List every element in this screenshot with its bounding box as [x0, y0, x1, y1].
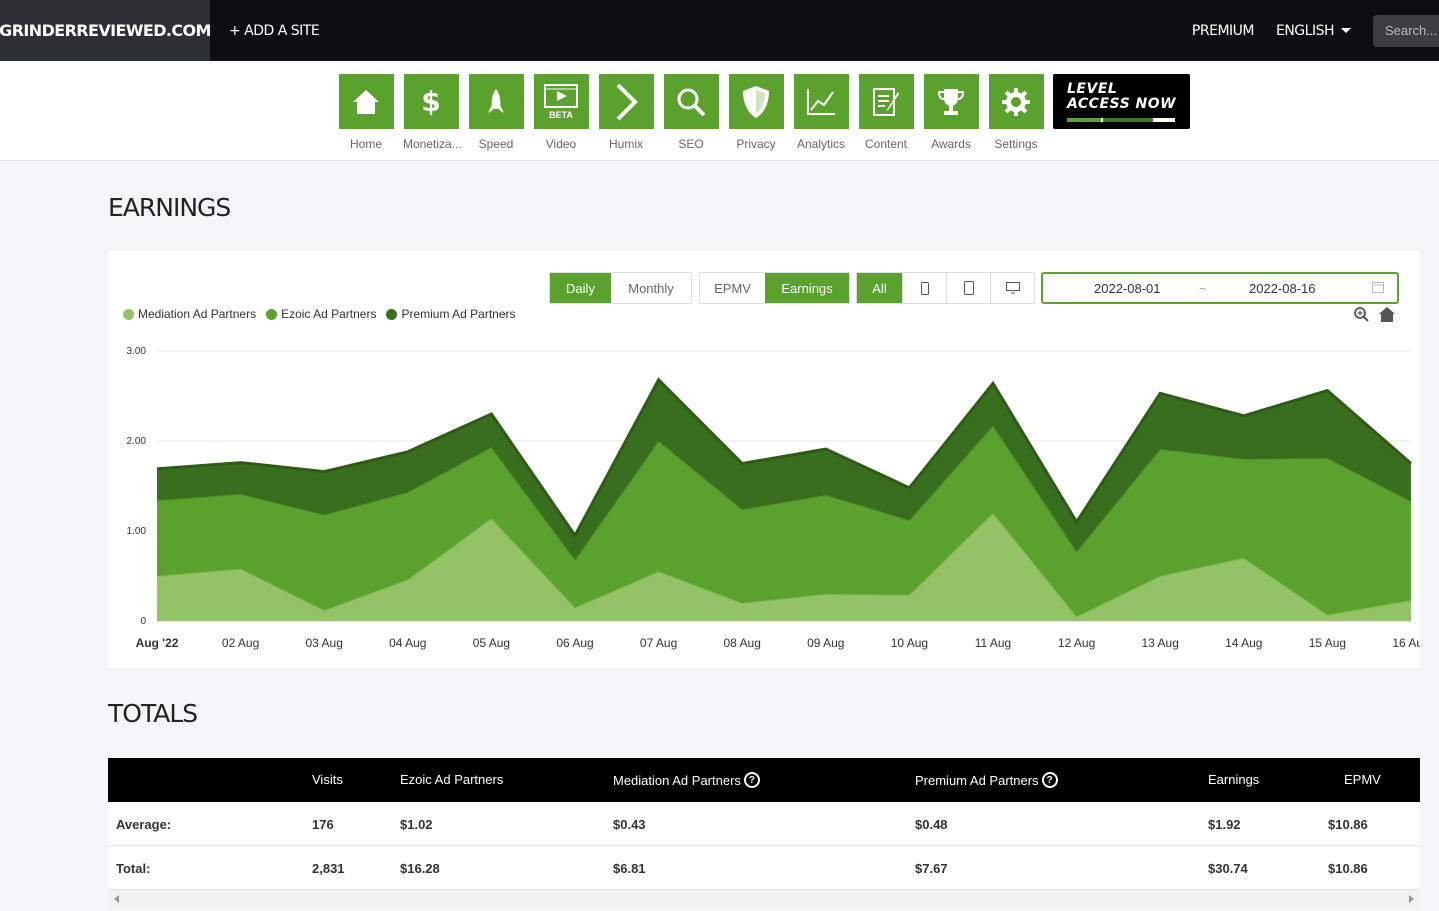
- col-premium: Premium Ad Partners?: [915, 772, 1058, 788]
- nav-item-humix[interactable]: Humix: [598, 74, 654, 151]
- help-icon[interactable]: ?: [1041, 772, 1058, 788]
- rocket-icon: [468, 74, 524, 129]
- totals-title: TOTALS: [108, 699, 198, 728]
- top-right-menu: PREMIUM ENGLISH Search...: [1192, 0, 1439, 61]
- x-tick-label: 05 Aug: [473, 636, 510, 650]
- col-epmv: EPMV: [1344, 772, 1381, 787]
- nav-item-seo[interactable]: SEO: [663, 74, 719, 151]
- nav-label: Speed: [478, 137, 514, 151]
- x-tick-label: 14 Aug: [1225, 636, 1262, 650]
- nav-item-content[interactable]: Content: [858, 74, 914, 151]
- nav-item-monetization[interactable]: $ Monetiza...: [403, 74, 462, 151]
- y-tick-label: 3.00: [127, 346, 147, 357]
- zoom-icon[interactable]: [1354, 307, 1369, 322]
- magnifier-icon: [663, 74, 719, 129]
- table-horizontal-scrollbar[interactable]: [108, 890, 1420, 908]
- top-bar: GRINDERREVIEWED.COM + ADD A SITE PREMIUM…: [0, 0, 1439, 61]
- x-tick-label: 09 Aug: [807, 636, 844, 650]
- level-banner-text: LEVEL ACCESS NOW: [1067, 81, 1177, 112]
- nav-label: SEO: [678, 137, 704, 151]
- nav-item-video[interactable]: BETA Video: [533, 74, 589, 151]
- col-ezoic: Ezoic Ad Partners: [400, 772, 504, 787]
- add-site-link[interactable]: + ADD A SITE: [229, 0, 320, 61]
- nav-item-privacy[interactable]: Privacy: [728, 74, 784, 151]
- language-dropdown[interactable]: ENGLISH: [1276, 23, 1351, 39]
- y-tick-label: 1.00: [127, 526, 147, 537]
- x-tick-label: 08 Aug: [724, 636, 761, 650]
- x-tick-label: 13 Aug: [1142, 636, 1179, 650]
- x-tick-label: 04 Aug: [389, 636, 426, 650]
- tool-navbar: Home $ Monetiza... Speed BETA Video Humi…: [0, 61, 1439, 161]
- chevron-right-icon: [598, 74, 654, 129]
- beta-badge: BETA: [549, 110, 573, 120]
- shield-icon: [728, 74, 784, 129]
- gear-icon: [988, 74, 1044, 129]
- table-row-total: Total: 2,831 $16.28 $6.81 $7.67 $30.74 $…: [108, 846, 1420, 890]
- dollar-icon: $: [403, 74, 459, 129]
- x-tick-label: 06 Aug: [556, 636, 593, 650]
- scroll-right-arrow-icon[interactable]: [1409, 895, 1414, 903]
- nav-label: Home: [349, 137, 382, 151]
- site-brand[interactable]: GRINDERREVIEWED.COM: [0, 0, 211, 61]
- nav-label: Awards: [931, 137, 971, 151]
- x-tick-label: 07 Aug: [640, 636, 677, 650]
- earnings-area-chart: 0 1.00 2.00 3.00 Aug '22 02 Aug 03 Aug 04 Aug 05…: [127, 307, 1420, 650]
- nav-item-home[interactable]: Home: [338, 74, 394, 151]
- nav-label: Humix: [608, 137, 643, 151]
- nav-item-settings[interactable]: Settings: [988, 74, 1044, 151]
- earnings-title: EARNINGS: [108, 193, 231, 222]
- nav-item-analytics[interactable]: Analytics: [793, 74, 849, 151]
- caret-down-icon: [1341, 28, 1351, 33]
- nav-label: Content: [864, 137, 908, 151]
- x-tick-label: 10 Aug: [891, 636, 928, 650]
- language-label: ENGLISH: [1275, 22, 1335, 39]
- table-header: Visits Ezoic Ad Partners Mediation Ad Pa…: [108, 758, 1420, 802]
- x-tick-label: 12 Aug: [1058, 636, 1095, 650]
- nav-label: Video: [545, 137, 577, 151]
- level-access-banner[interactable]: LEVEL ACCESS NOW: [1053, 74, 1190, 129]
- premium-link[interactable]: PREMIUM: [1192, 23, 1255, 39]
- y-tick-label: 0: [140, 616, 146, 627]
- reset-zoom-home-icon[interactable]: [1379, 307, 1395, 322]
- line-chart-icon: [793, 74, 849, 129]
- table-row-average: Average: 176 $1.02 $0.43 $0.48 $1.92 $10…: [108, 802, 1420, 846]
- nav-label: Analytics: [796, 137, 846, 151]
- document-edit-icon: [858, 74, 914, 129]
- nav-label: Settings: [994, 137, 1038, 151]
- x-tick-label: 16 Aug: [1392, 636, 1420, 650]
- col-mediation: Mediation Ad Partners?: [613, 772, 760, 788]
- earnings-chart-card: Daily Monthly EPMV Earnings All 2022-08-…: [108, 251, 1420, 668]
- x-tick-label: 03 Aug: [306, 636, 343, 650]
- totals-table: Visits Ezoic Ad Partners Mediation Ad Pa…: [108, 758, 1420, 890]
- video-beta-icon: BETA: [533, 74, 589, 129]
- nav-item-speed[interactable]: Speed: [468, 74, 524, 151]
- home-icon: [338, 74, 394, 129]
- col-earnings: Earnings: [1208, 772, 1260, 787]
- x-tick-label: 15 Aug: [1309, 636, 1346, 650]
- x-tick-label: 11 Aug: [975, 636, 1011, 650]
- nav-item-awards[interactable]: Awards: [923, 74, 979, 151]
- nav-label: Monetiza...: [403, 137, 462, 151]
- x-tick-label: Aug '22: [136, 636, 179, 650]
- x-tick-label: 02 Aug: [222, 636, 259, 650]
- trophy-icon: [923, 74, 979, 129]
- nav-label: Privacy: [736, 137, 776, 151]
- search-input[interactable]: Search...: [1373, 14, 1439, 47]
- y-tick-label: 2.00: [127, 436, 147, 447]
- level-progress-bar: [1067, 118, 1175, 122]
- scroll-left-arrow-icon[interactable]: [114, 895, 119, 903]
- col-visits: Visits: [312, 772, 343, 787]
- help-icon[interactable]: ?: [743, 772, 760, 788]
